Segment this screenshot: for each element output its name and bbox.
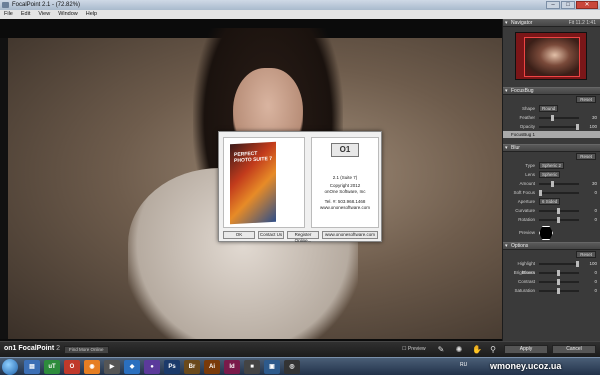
aperture-preview-icon: [539, 226, 553, 240]
photoshop-icon[interactable]: Ps: [164, 360, 180, 374]
ok-button[interactable]: OK: [223, 231, 255, 239]
preview-toggle[interactable]: ☐ Preview: [402, 346, 426, 352]
soft-focus-slider[interactable]: [539, 190, 579, 196]
navigator-header[interactable]: Navigator Fit 11.2 1:41: [503, 19, 600, 27]
saturation-slider[interactable]: [539, 288, 579, 294]
window-controls: – □ ✕: [546, 1, 598, 9]
feather-slider[interactable]: [539, 115, 579, 121]
cancel-button[interactable]: Cancel: [552, 345, 596, 354]
close-button[interactable]: ✕: [576, 1, 598, 9]
brightness-slider[interactable]: [539, 270, 579, 276]
website-button[interactable]: www.ononesoftware.com: [322, 231, 378, 239]
explorer-icon[interactable]: ▤: [24, 360, 40, 374]
menu-bar: File Edit View Window Help: [0, 10, 600, 19]
register-online-button[interactable]: Register Online...: [287, 231, 319, 243]
app-icon-12[interactable]: ■: [244, 360, 260, 374]
version-text: 2.1 (Suite 7): [332, 175, 358, 180]
focusbug-list-item[interactable]: FocusBug 1: [503, 131, 600, 138]
start-button[interactable]: [2, 359, 18, 375]
hand-tool-icon[interactable]: ✋: [472, 345, 482, 355]
aperture-select[interactable]: 6 Sided: [539, 198, 561, 205]
app-brand: on1 FocalPoint 2: [4, 345, 61, 352]
brush-tool-icon[interactable]: ✎: [436, 345, 446, 355]
illustrator-icon[interactable]: Ai: [204, 360, 220, 374]
bridge-icon[interactable]: Br: [184, 360, 200, 374]
watermark: wmoney.ucoz.ua: [490, 361, 562, 371]
app-icon: [2, 2, 9, 8]
window-title: FocalPoint 2.1 - (72.82%): [12, 2, 81, 8]
opera-icon[interactable]: O: [64, 360, 80, 374]
about-dialog: PERFECT PHOTO SUITE 7 O1 2.1 (Suite 7) C…: [218, 131, 382, 243]
lens-select[interactable]: Spheric: [539, 171, 561, 178]
dialog-buttons: OK Contact Us Register Online... www.ono…: [223, 231, 379, 243]
curvature-slider[interactable]: [539, 208, 579, 214]
zoom-level[interactable]: Fit 11.2 1:41: [569, 20, 596, 27]
apply-button[interactable]: Apply: [504, 345, 548, 354]
opacity-slider[interactable]: [539, 124, 579, 130]
menu-file[interactable]: File: [4, 10, 13, 19]
window-titlebar: FocalPoint 2.1 - (72.82%) – □ ✕: [0, 0, 600, 10]
shape-select[interactable]: Round: [539, 105, 559, 112]
minimize-button[interactable]: –: [546, 1, 560, 9]
utorrent-icon[interactable]: uT: [44, 360, 60, 374]
menu-view[interactable]: View: [38, 10, 50, 19]
language-indicator[interactable]: RU: [460, 362, 467, 368]
focusbug-header[interactable]: FocusBug: [503, 87, 600, 95]
contrast-slider[interactable]: [539, 279, 579, 285]
app-icon-13[interactable]: ▣: [264, 360, 280, 374]
highlight-bloom-slider[interactable]: [539, 261, 579, 267]
blur-header[interactable]: Blur: [503, 144, 600, 152]
focusbug-reset-button[interactable]: Reset: [576, 96, 596, 103]
blur-reset-button[interactable]: Reset: [576, 153, 596, 160]
menu-help[interactable]: Help: [86, 10, 97, 19]
navigator-thumbnail[interactable]: [515, 32, 587, 80]
company-text: onOne Software, Inc: [324, 189, 366, 194]
firefox-icon[interactable]: ◉: [84, 360, 100, 374]
box-title: PERFECT PHOTO SUITE 7: [234, 150, 272, 164]
rotation-slider[interactable]: [539, 217, 579, 223]
app-icon-7[interactable]: ●: [144, 360, 160, 374]
menu-edit[interactable]: Edit: [21, 10, 30, 19]
about-info: O1 2.1 (Suite 7) Copyright 2012 onOne So…: [311, 137, 379, 228]
focusbug-tool-icon[interactable]: ✺: [454, 345, 464, 355]
options-header[interactable]: Options: [503, 242, 600, 250]
menu-window[interactable]: Window: [58, 10, 78, 19]
product-box-image: PERFECT PHOTO SUITE 7: [223, 137, 305, 228]
focalpoint-taskbar-icon[interactable]: ◎: [284, 360, 300, 374]
onone-logo: O1: [331, 143, 359, 157]
right-panel: Navigator Fit 11.2 1:41 FocusBug Reset S…: [502, 19, 600, 341]
media-icon[interactable]: ▶: [104, 360, 120, 374]
url-text: www.ononesoftware.com: [319, 205, 371, 210]
maximize-button[interactable]: □: [561, 1, 575, 9]
blur-type-select[interactable]: Spheric 2: [539, 162, 565, 169]
find-more-online-button[interactable]: Find More Online: [64, 346, 109, 354]
indesign-icon[interactable]: Id: [224, 360, 240, 374]
zoom-tool-icon[interactable]: ⚲: [488, 345, 498, 355]
options-reset-button[interactable]: Reset: [576, 251, 596, 258]
navigator-panel: [503, 27, 600, 87]
bottom-toolbar: on1 FocalPoint 2 Find More Online ☐ Prev…: [0, 341, 600, 357]
amount-slider[interactable]: [539, 181, 579, 187]
app-icon-6[interactable]: ◆: [124, 360, 140, 374]
contact-us-button[interactable]: Contact Us: [258, 231, 284, 239]
